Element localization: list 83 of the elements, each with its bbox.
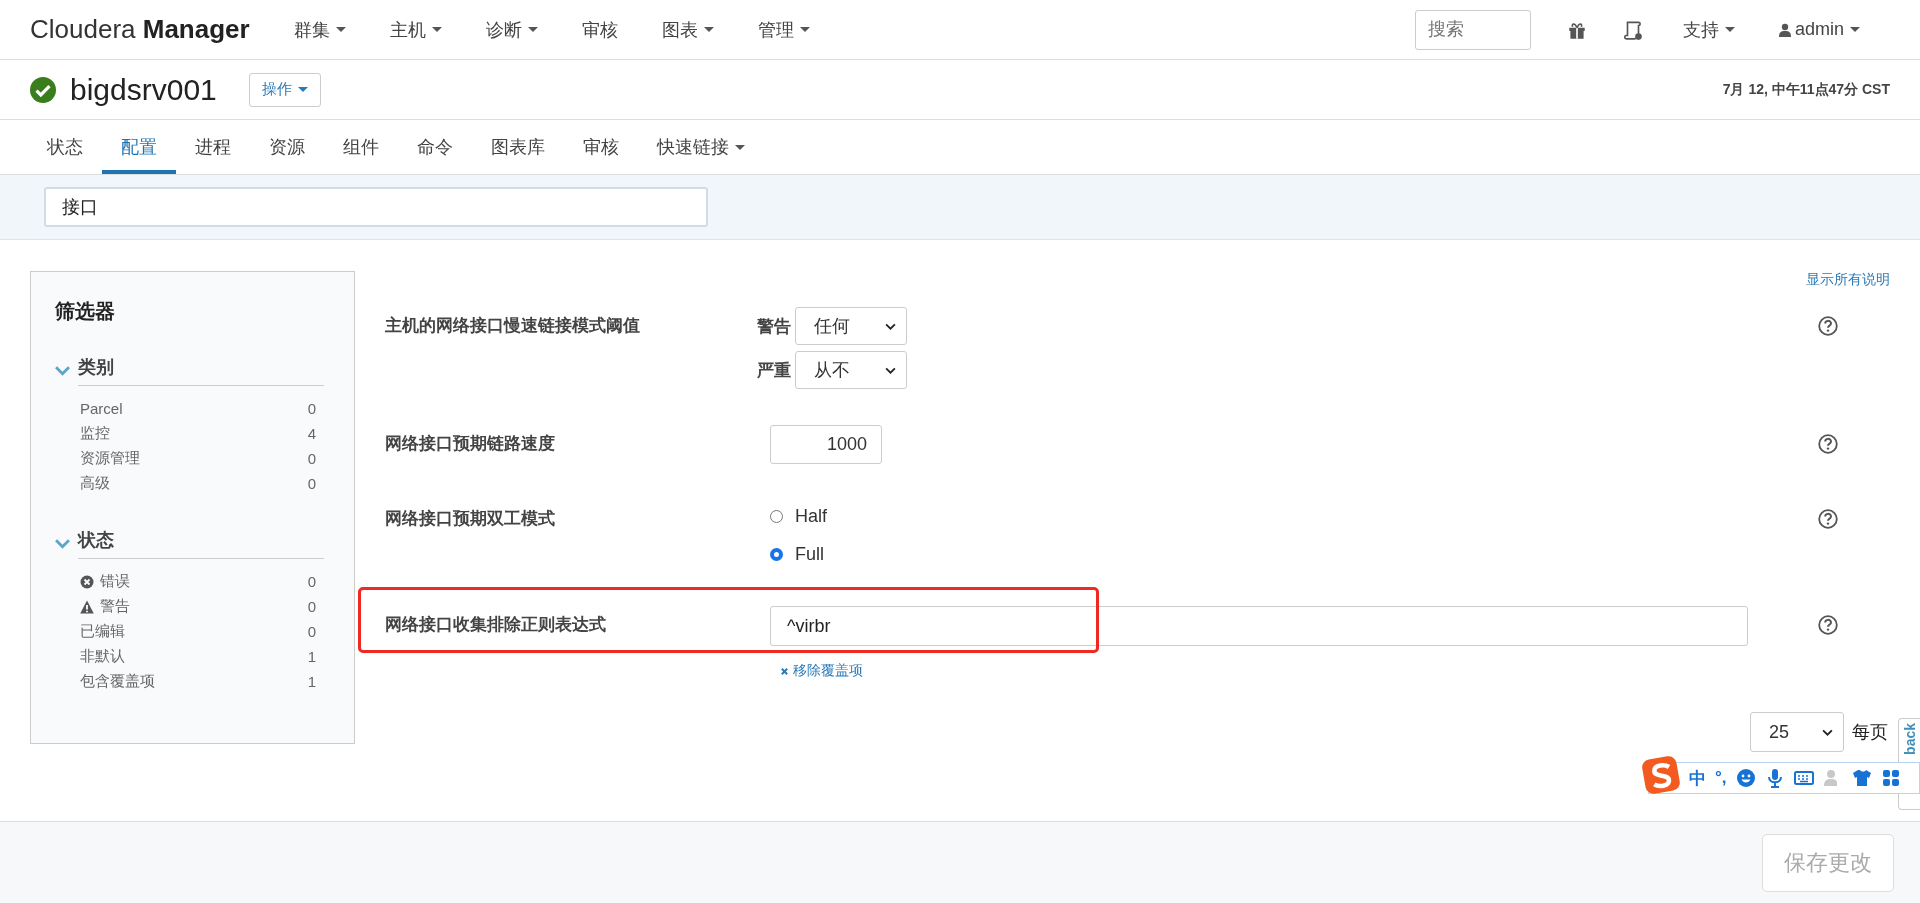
filter-count: 0 <box>307 598 317 615</box>
brand-logo[interactable]: Cloudera Manager <box>30 14 250 45</box>
timestamp: 7月 12, 中午11点47分 CST <box>1722 80 1890 99</box>
filter-count: 0 <box>307 573 317 590</box>
close-icon <box>780 666 789 676</box>
threshold-select[interactable]: 任何 <box>795 307 907 345</box>
filter-count: 0 <box>307 475 317 492</box>
filter-count: 4 <box>307 425 317 442</box>
filter-item[interactable]: 警告 <box>100 597 308 616</box>
filter-count: 1 <box>307 673 317 690</box>
actions-button[interactable]: 操作 <box>248 72 321 107</box>
tab[interactable]: 进程 <box>176 120 250 174</box>
filter-group-title[interactable]: 类别 <box>78 355 324 386</box>
threshold-label: 警告 <box>757 315 791 338</box>
user-icon <box>1778 22 1791 37</box>
filter-count: 0 <box>307 400 317 417</box>
tab[interactable]: 快速链接 <box>638 120 764 174</box>
per-page-select[interactable]: 25 <box>1750 712 1844 752</box>
filter-group-title[interactable]: 状态 <box>78 528 324 559</box>
per-page-label: 每页 <box>1852 721 1888 744</box>
threshold-select[interactable]: 从不 <box>795 351 907 389</box>
text-field[interactable]: ^virbr <box>770 606 1748 646</box>
setting-label: 网络接口收集排除正则表达式 <box>385 614 607 636</box>
nav-menu[interactable]: 主机 <box>367 17 464 42</box>
filter-item[interactable]: 包含覆盖项 <box>80 672 308 691</box>
nav-menu[interactable]: 管理 <box>735 17 832 42</box>
help-icon[interactable] <box>1818 509 1838 529</box>
help-icon[interactable] <box>1818 615 1838 635</box>
nav-menu[interactable]: 图表 <box>639 17 736 42</box>
host-name: bigdsrv001 <box>70 72 217 107</box>
filter-item[interactable]: 已编辑 <box>80 622 308 641</box>
grid-icon[interactable] <box>1880 768 1901 788</box>
filter-count: 0 <box>307 623 317 640</box>
nav-menu[interactable]: 审核 <box>559 17 640 42</box>
tab[interactable]: 组件 <box>324 120 398 174</box>
radio-label: Half <box>795 505 827 527</box>
punctuation-toggle[interactable]: °, <box>1715 768 1727 788</box>
filter-item[interactable]: Parcel <box>80 400 308 417</box>
search-field[interactable]: 搜索 <box>1414 9 1531 50</box>
smiley-icon[interactable] <box>1735 768 1756 788</box>
chevron-down-icon <box>885 322 896 330</box>
chevron-icon[interactable] <box>55 365 70 376</box>
help-icon[interactable] <box>1818 434 1838 454</box>
setting-label: 主机的网络接口慢速链接模式阈值 <box>385 315 641 337</box>
tab[interactable]: 图表库 <box>472 120 564 174</box>
threshold-label: 严重 <box>757 359 791 382</box>
warning-icon <box>80 599 94 614</box>
s-logo-icon[interactable] <box>1641 755 1681 795</box>
tab[interactable]: 审核 <box>564 120 638 174</box>
filter-title: 筛选器 <box>55 299 116 324</box>
show-all-descriptions-link[interactable]: 显示所有说明 <box>1806 271 1890 289</box>
filter-item[interactable]: 非默认 <box>80 647 308 666</box>
filter-count: 0 <box>307 450 317 467</box>
tab[interactable]: 资源 <box>250 120 324 174</box>
shirt-icon[interactable] <box>1851 768 1872 788</box>
radio-label: Full <box>795 543 824 565</box>
input-mode-toggle[interactable]: 中 <box>1689 766 1706 790</box>
filter-count: 1 <box>307 648 317 665</box>
setting-label: 网络接口预期链路速度 <box>385 433 556 455</box>
chevron-icon[interactable] <box>55 538 70 549</box>
remove-override-link[interactable]: 移除覆盖项 <box>780 662 863 680</box>
filter-search-field[interactable]: 接口 <box>44 187 708 227</box>
filter-item[interactable]: 监控 <box>80 424 308 443</box>
filter-item[interactable]: 资源管理 <box>80 449 308 468</box>
support-menu[interactable]: 支持 <box>1660 17 1757 42</box>
keyboard-icon[interactable] <box>1793 768 1814 788</box>
user-menu[interactable]: admin <box>1756 19 1882 40</box>
filter-item[interactable]: 高级 <box>80 474 308 493</box>
scroll-icon[interactable] <box>1621 18 1644 41</box>
nav-menu[interactable]: 群集 <box>271 17 368 42</box>
tab[interactable]: 状态 <box>28 120 102 174</box>
error-icon <box>80 574 94 589</box>
help-icon[interactable] <box>1818 316 1838 336</box>
tab[interactable]: 命令 <box>398 120 472 174</box>
number-field[interactable]: 1000 <box>770 425 882 464</box>
radio-button[interactable] <box>770 509 783 523</box>
chevron-down-icon <box>1822 728 1833 736</box>
radio-button[interactable] <box>770 547 783 561</box>
filter-item[interactable]: 错误 <box>100 572 308 591</box>
nav-menu[interactable]: 诊断 <box>463 17 560 42</box>
setting-label: 网络接口预期双工模式 <box>385 508 556 530</box>
check-circle-icon <box>30 76 56 103</box>
chevron-down-icon <box>885 366 896 374</box>
